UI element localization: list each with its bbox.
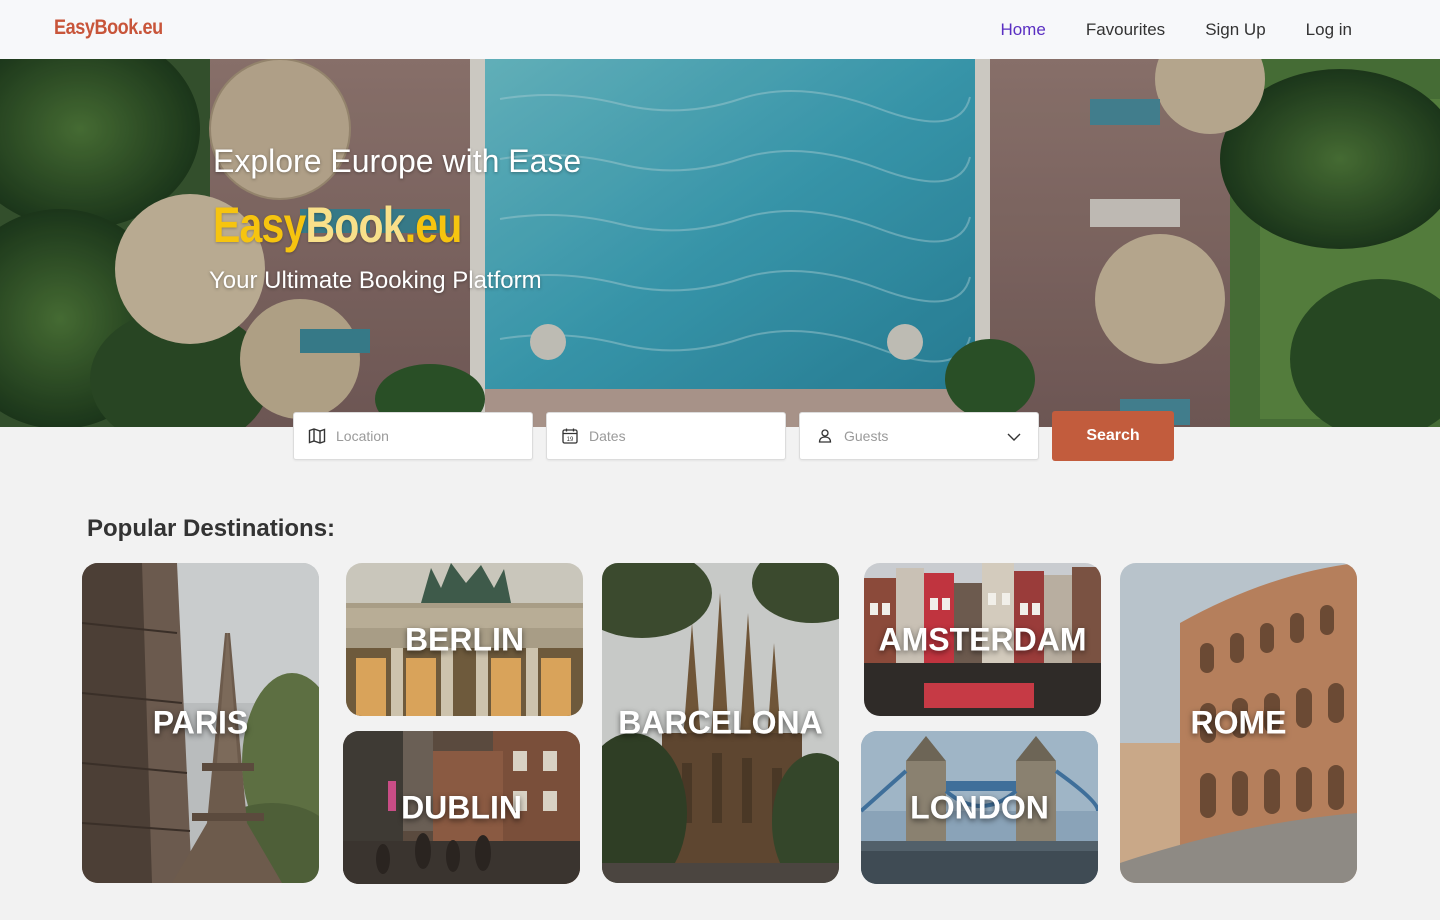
hero-brand-part-eu: .eu	[404, 197, 463, 253]
location-field[interactable]	[293, 412, 533, 460]
destination-name: ROME	[1190, 704, 1287, 741]
dates-field[interactable]: 19	[546, 412, 786, 460]
nav-link-favourites[interactable]: Favourites	[1086, 20, 1165, 40]
destination-name: PARIS	[152, 704, 249, 741]
destination-card-dublin[interactable]: DUBLIN	[343, 731, 580, 884]
person-icon	[816, 427, 834, 445]
destination-card-barcelona[interactable]: BARCELONA	[602, 563, 839, 883]
destination-card-paris[interactable]: PARIS	[82, 563, 319, 883]
hero-brand-part-book: Book	[305, 197, 405, 253]
hero-headline: Explore Europe with Ease	[213, 143, 582, 179]
search-button[interactable]: Search	[1052, 411, 1174, 461]
destination-card-london[interactable]: LONDON	[861, 731, 1098, 884]
popular-destinations-title: Popular Destinations:	[87, 515, 336, 542]
guests-field[interactable]	[799, 412, 1039, 460]
nav-links: Home Favourites Sign Up Log in	[1000, 0, 1352, 59]
destination-name: DUBLIN	[401, 789, 522, 825]
hero-brand-logo: EasyBook.eu	[213, 196, 463, 254]
guests-select[interactable]	[844, 428, 1014, 444]
dates-input[interactable]	[589, 428, 759, 444]
hero-brand-part-easy: Easy	[213, 197, 306, 253]
destination-card-berlin[interactable]: BERLIN	[346, 563, 583, 716]
calendar-icon: 19	[561, 427, 579, 445]
destination-card-amsterdam[interactable]: AMSTERDAM	[864, 563, 1101, 716]
nav-link-log-in[interactable]: Log in	[1306, 20, 1352, 40]
destination-name: BARCELONA	[618, 704, 823, 741]
destination-card-rome[interactable]: ROME	[1120, 563, 1357, 883]
map-icon	[308, 427, 326, 445]
site-logo[interactable]: EasyBook.eu	[54, 16, 163, 40]
chevron-down-icon[interactable]	[1006, 429, 1022, 445]
nav-link-home[interactable]: Home	[1000, 20, 1045, 40]
destination-name: AMSTERDAM	[878, 621, 1087, 657]
destination-name: BERLIN	[404, 621, 525, 657]
nav-link-sign-up[interactable]: Sign Up	[1205, 20, 1265, 40]
hero-tagline: Your Ultimate Booking Platform	[209, 267, 542, 294]
calendar-icon-day: 19	[567, 437, 574, 443]
hero-banner: Explore Europe with Ease EasyBook.eu You…	[0, 59, 1440, 427]
location-input[interactable]	[336, 428, 506, 444]
navbar: EasyBook.eu Home Favourites Sign Up Log …	[0, 0, 1440, 59]
destination-name: LONDON	[910, 789, 1049, 825]
